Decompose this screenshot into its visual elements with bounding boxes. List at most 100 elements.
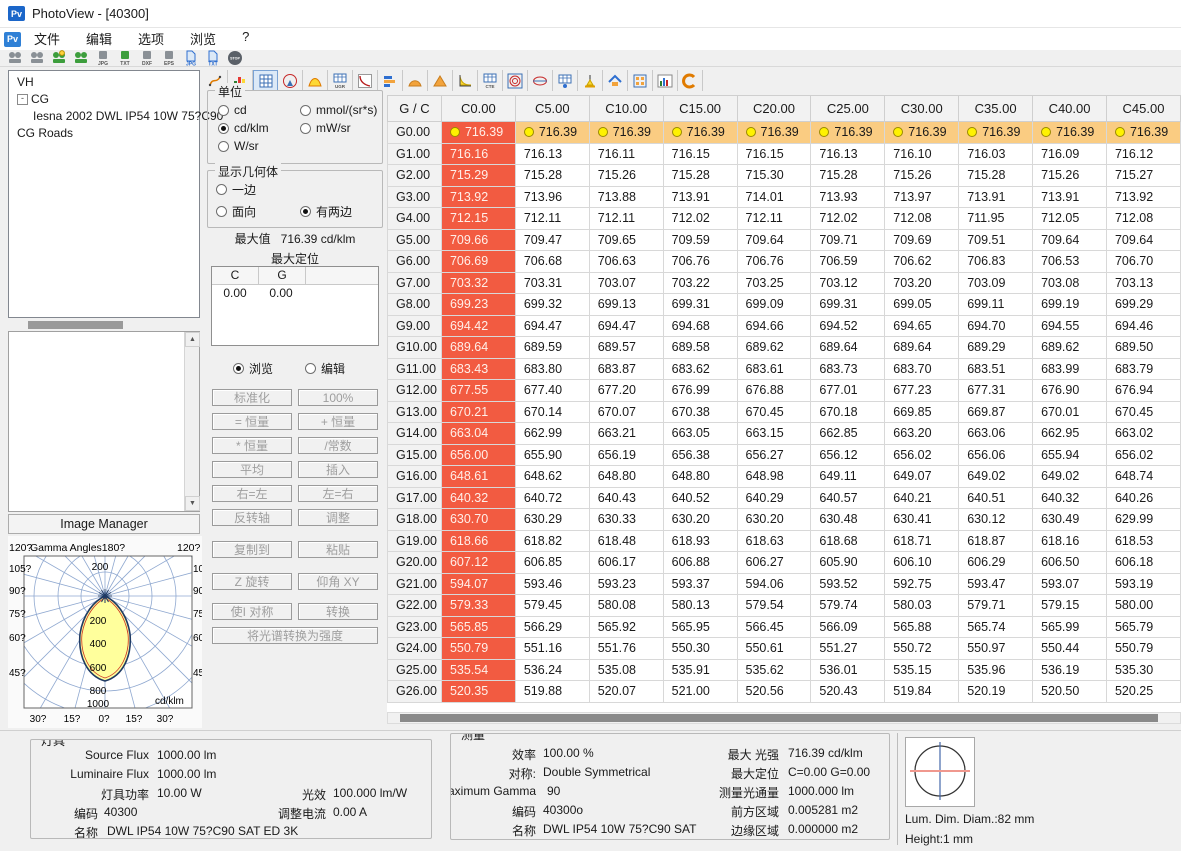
geometry-radio-1[interactable]: 面向 [216, 203, 256, 220]
table-cell[interactable]: 716.39 [589, 122, 663, 144]
table-cell[interactable]: 550.97 [959, 638, 1033, 660]
table-cell[interactable]: 676.90 [1033, 380, 1107, 402]
table-cell[interactable]: 550.44 [1033, 638, 1107, 660]
table-cell[interactable]: 551.76 [589, 638, 663, 660]
color-data-icon[interactable] [653, 70, 678, 91]
table-cell[interactable]: 579.15 [1033, 595, 1107, 617]
table-cell[interactable]: 535.30 [1106, 659, 1180, 681]
tree-expander-icon[interactable]: - [17, 94, 28, 105]
table-cell[interactable]: 703.07 [589, 272, 663, 294]
table-cell[interactable]: 663.02 [1106, 423, 1180, 445]
command-button-8-0[interactable]: 使I 对称 [212, 603, 292, 620]
column-header-5[interactable]: C25.00 [811, 96, 885, 122]
table-cell[interactable]: 535.54 [441, 659, 515, 681]
table-cell[interactable]: 709.71 [811, 229, 885, 251]
table-cell[interactable]: 630.12 [959, 509, 1033, 531]
table-cell[interactable]: 670.14 [515, 401, 589, 423]
radio-icon[interactable] [300, 105, 311, 116]
menu-item-4[interactable]: ? [229, 27, 262, 51]
table-cell[interactable]: 648.80 [589, 466, 663, 488]
table-cell[interactable]: 683.79 [1106, 358, 1180, 380]
table-cell[interactable]: 709.51 [959, 229, 1033, 251]
command-button-1-1[interactable]: + 恒量 [298, 413, 378, 430]
table-cell[interactable]: 648.74 [1106, 466, 1180, 488]
command-button-2-0[interactable]: * 恒量 [212, 437, 292, 454]
max-table-header-c[interactable]: C [212, 267, 259, 284]
row-header[interactable]: G23.00 [388, 616, 442, 638]
table-cell[interactable]: 648.98 [737, 466, 811, 488]
table-cell[interactable]: 662.99 [515, 423, 589, 445]
row-header[interactable]: G8.00 [388, 294, 442, 316]
table-cell[interactable]: 519.88 [515, 681, 589, 703]
table-cell[interactable]: 683.73 [811, 358, 885, 380]
table-cell[interactable]: 593.46 [515, 573, 589, 595]
table-cell[interactable]: 630.20 [663, 509, 737, 531]
table-cell[interactable]: 706.70 [1106, 251, 1180, 273]
spectrum-to-intensity-button[interactable]: 将光谱转换为强度 [212, 627, 378, 644]
table-cell[interactable]: 535.62 [737, 659, 811, 681]
table-cell[interactable]: 709.64 [1106, 229, 1180, 251]
table-cell[interactable]: 580.13 [663, 595, 737, 617]
goniometer-gray-1-icon[interactable] [5, 50, 24, 66]
table-cell[interactable]: 683.62 [663, 358, 737, 380]
table-cell[interactable]: 716.39 [885, 122, 959, 144]
row-header[interactable]: G17.00 [388, 487, 442, 509]
table-cell[interactable]: 662.85 [811, 423, 885, 445]
table-cell[interactable]: 565.95 [663, 616, 737, 638]
table-cell[interactable]: 670.45 [1106, 401, 1180, 423]
table-cell[interactable]: 694.70 [959, 315, 1033, 337]
radio-icon[interactable] [300, 206, 311, 217]
table-cell[interactable]: 669.87 [959, 401, 1033, 423]
table-cell[interactable]: 649.11 [811, 466, 885, 488]
flux-cone-icon[interactable] [403, 70, 428, 91]
table-cell[interactable]: 706.76 [663, 251, 737, 273]
table-corner-header[interactable]: G / C [388, 96, 442, 122]
table-cell[interactable]: 699.31 [811, 294, 885, 316]
table-cell[interactable]: 536.24 [515, 659, 589, 681]
table-cell[interactable]: 706.68 [515, 251, 589, 273]
table-cell[interactable]: 618.53 [1106, 530, 1180, 552]
table-cell[interactable]: 694.42 [441, 315, 515, 337]
table-cell[interactable]: 550.79 [441, 638, 515, 660]
row-header[interactable]: G13.00 [388, 401, 442, 423]
table-cell[interactable]: 715.28 [663, 165, 737, 187]
table-cell[interactable]: 713.97 [885, 186, 959, 208]
row-header[interactable]: G24.00 [388, 638, 442, 660]
radio-icon[interactable] [233, 363, 244, 374]
table-cell[interactable]: 712.11 [589, 208, 663, 230]
table-cell[interactable]: 648.80 [663, 466, 737, 488]
table-cell[interactable]: 663.21 [589, 423, 663, 445]
table-cell[interactable]: 535.91 [663, 659, 737, 681]
table-cell[interactable]: 536.01 [811, 659, 885, 681]
row-header[interactable]: G22.00 [388, 595, 442, 617]
tree-item-1[interactable]: -CG [9, 91, 199, 108]
command-button-6-1[interactable]: 粘贴 [298, 541, 378, 558]
table-cell[interactable]: 593.47 [959, 573, 1033, 595]
table-cell[interactable]: 676.94 [1106, 380, 1180, 402]
table-cell[interactable]: 713.93 [811, 186, 885, 208]
table-cell[interactable]: 663.20 [885, 423, 959, 445]
row-header[interactable]: G26.00 [388, 681, 442, 703]
table-cell[interactable]: 656.02 [1106, 444, 1180, 466]
table-cell[interactable]: 694.68 [663, 315, 737, 337]
table-cell[interactable]: 670.45 [737, 401, 811, 423]
table-cell[interactable]: 536.19 [1033, 659, 1107, 681]
goniometer-green-icon[interactable] [71, 50, 90, 66]
table-cell[interactable]: 711.95 [959, 208, 1033, 230]
table-cell[interactable]: 520.35 [441, 681, 515, 703]
table-cell[interactable]: 565.92 [589, 616, 663, 638]
table-cell[interactable]: 565.79 [1106, 616, 1180, 638]
table-cell[interactable]: 716.39 [737, 122, 811, 144]
row-header[interactable]: G6.00 [388, 251, 442, 273]
table-cell[interactable]: 715.28 [515, 165, 589, 187]
table-cell[interactable]: 689.58 [663, 337, 737, 359]
indoor-lighting-icon[interactable] [603, 70, 628, 91]
table-cell[interactable]: 618.68 [811, 530, 885, 552]
table-cell[interactable]: 676.99 [663, 380, 737, 402]
mode-radio-0[interactable]: 浏览 [233, 360, 273, 377]
table-cell[interactable]: 699.31 [663, 294, 737, 316]
table-cell[interactable]: 640.72 [515, 487, 589, 509]
table-cell[interactable]: 670.07 [589, 401, 663, 423]
table-cell[interactable]: 606.88 [663, 552, 737, 574]
radio-icon[interactable] [216, 206, 227, 217]
